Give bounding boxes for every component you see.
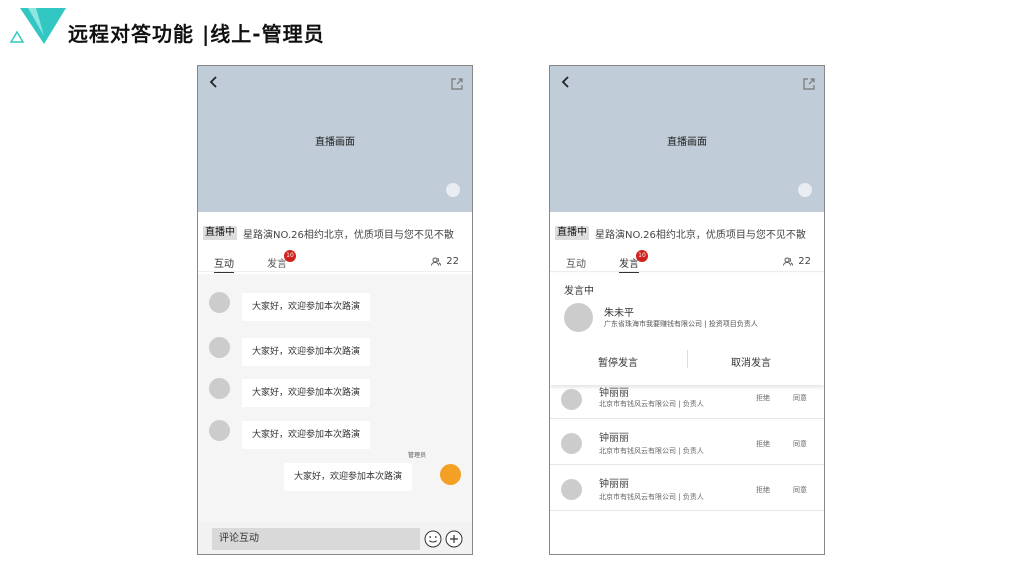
chat-bubble: 大家好，欢迎参加本次路演 — [242, 338, 371, 366]
list-item: 钟丽丽 北京市有钱风云有限公司 | 负责人 拒绝 同意 — [550, 465, 824, 511]
viewers-icon — [431, 257, 442, 266]
viewers-icon — [783, 257, 794, 266]
reject-button[interactable]: 拒绝 — [756, 439, 770, 449]
live-video-area[interactable]: 直播画面 — [198, 66, 472, 212]
video-label: 直播画面 — [667, 137, 707, 148]
admin-label: 管理员 — [407, 452, 426, 459]
admin-avatar — [440, 464, 461, 485]
pause-speak-button[interactable]: 暂停发言 — [598, 354, 638, 369]
tab-bar: 互动 发言 10 22 — [550, 250, 824, 273]
speaker-org: 广东省珠海市我要赚钱有限公司 | 投资项目负责人 — [604, 320, 758, 328]
requester-org: 北京市有钱风云有限公司 | 负责人 — [599, 400, 704, 408]
phone-screen-speak: 直播画面 直播中 星路演NO.26相约北京，优质项目与您不见不散 互动 发言 1… — [549, 65, 825, 555]
speaker-avatar — [564, 303, 593, 332]
speak-request-list: 钟丽丽 北京市有钱风云有限公司 | 负责人 拒绝 同意 钟丽丽 北京市有钱风云有… — [550, 385, 824, 511]
avatar — [209, 420, 230, 441]
requester-org: 北京市有钱风云有限公司 | 负责人 — [599, 493, 704, 501]
live-status-badge: 直播中 — [555, 226, 589, 240]
chat-bubble: 大家好，欢迎参加本次路演 — [242, 379, 371, 407]
button-divider — [687, 350, 688, 368]
cancel-speak-button[interactable]: 取消发言 — [731, 354, 771, 369]
reject-button[interactable]: 拒绝 — [756, 393, 770, 403]
requester-name: 钟丽丽 — [599, 388, 629, 399]
emoji-icon[interactable] — [424, 530, 442, 548]
live-status-badge: 直播中 — [203, 226, 237, 240]
viewer-count-value: 22 — [446, 256, 459, 267]
stream-title-row: 直播中 星路演NO.26相约北京，优质项目与您不见不散 — [555, 226, 824, 241]
stream-title: 星路演NO.26相约北京，优质项目与您不见不散 — [243, 229, 454, 241]
share-icon[interactable] — [802, 77, 816, 91]
plus-icon[interactable] — [445, 530, 463, 548]
viewer-count: 22 — [783, 256, 811, 267]
avatar — [561, 433, 582, 454]
accept-button[interactable]: 同意 — [793, 393, 807, 403]
live-video-area[interactable]: 直播画面 — [550, 66, 824, 212]
chat-bubble: 大家好，欢迎参加本次路演 — [242, 293, 371, 321]
avatar — [561, 479, 582, 500]
message-list: 大家好，欢迎参加本次路演 大家好，欢迎参加本次路演 大家好，欢迎参加本次路演 大… — [198, 274, 472, 522]
speaking-header: 发言中 — [564, 286, 594, 297]
tab-bar: 互动 发言 10 22 — [198, 250, 472, 273]
list-item: 钟丽丽 北京市有钱风云有限公司 | 负责人 拒绝 同意 — [550, 385, 824, 419]
comment-bar: 评论互动 — [198, 522, 472, 554]
speak-count-badge: 10 — [284, 250, 296, 262]
page-title: 远程对答功能 |线上-管理员 — [68, 22, 325, 46]
avatar — [209, 337, 230, 358]
stream-title-row: 直播中 星路演NO.26相约北京，优质项目与您不见不散 — [203, 226, 472, 241]
share-icon[interactable] — [450, 77, 464, 91]
avatar — [561, 389, 582, 410]
admin-chat-bubble: 大家好，欢迎参加本次路演 — [284, 463, 413, 491]
speaker-name: 朱未平 — [604, 308, 634, 319]
tab-interaction[interactable]: 互动 — [566, 255, 586, 270]
avatar — [209, 378, 230, 399]
current-speaker-panel: 发言中 朱未平 广东省珠海市我要赚钱有限公司 | 投资项目负责人 暂停发言 取消… — [550, 273, 824, 385]
brand-logo-icon — [9, 8, 66, 44]
viewer-count: 22 — [431, 256, 459, 267]
phone-screen-interaction: 直播画面 直播中 星路演NO.26相约北京，优质项目与您不见不散 互动 发言 1… — [197, 65, 473, 555]
requester-org: 北京市有钱风云有限公司 | 负责人 — [599, 447, 704, 455]
video-label: 直播画面 — [315, 137, 355, 148]
stream-title: 星路演NO.26相约北京，优质项目与您不见不散 — [595, 229, 806, 241]
avatar — [209, 292, 230, 313]
requester-name: 钟丽丽 — [599, 479, 629, 490]
chat-bubble: 大家好，欢迎参加本次路演 — [242, 421, 371, 449]
comment-input[interactable]: 评论互动 — [212, 528, 420, 550]
back-icon[interactable] — [559, 75, 573, 89]
fullscreen-icon[interactable] — [798, 183, 812, 197]
list-item: 钟丽丽 北京市有钱风云有限公司 | 负责人 拒绝 同意 — [550, 419, 824, 465]
fullscreen-icon[interactable] — [446, 183, 460, 197]
requester-name: 钟丽丽 — [599, 433, 629, 444]
accept-button[interactable]: 同意 — [793, 439, 807, 449]
back-icon[interactable] — [207, 75, 221, 89]
reject-button[interactable]: 拒绝 — [756, 485, 770, 495]
tab-interaction[interactable]: 互动 — [214, 255, 234, 273]
speak-count-badge: 10 — [636, 250, 648, 262]
viewer-count-value: 22 — [798, 256, 811, 267]
accept-button[interactable]: 同意 — [793, 485, 807, 495]
